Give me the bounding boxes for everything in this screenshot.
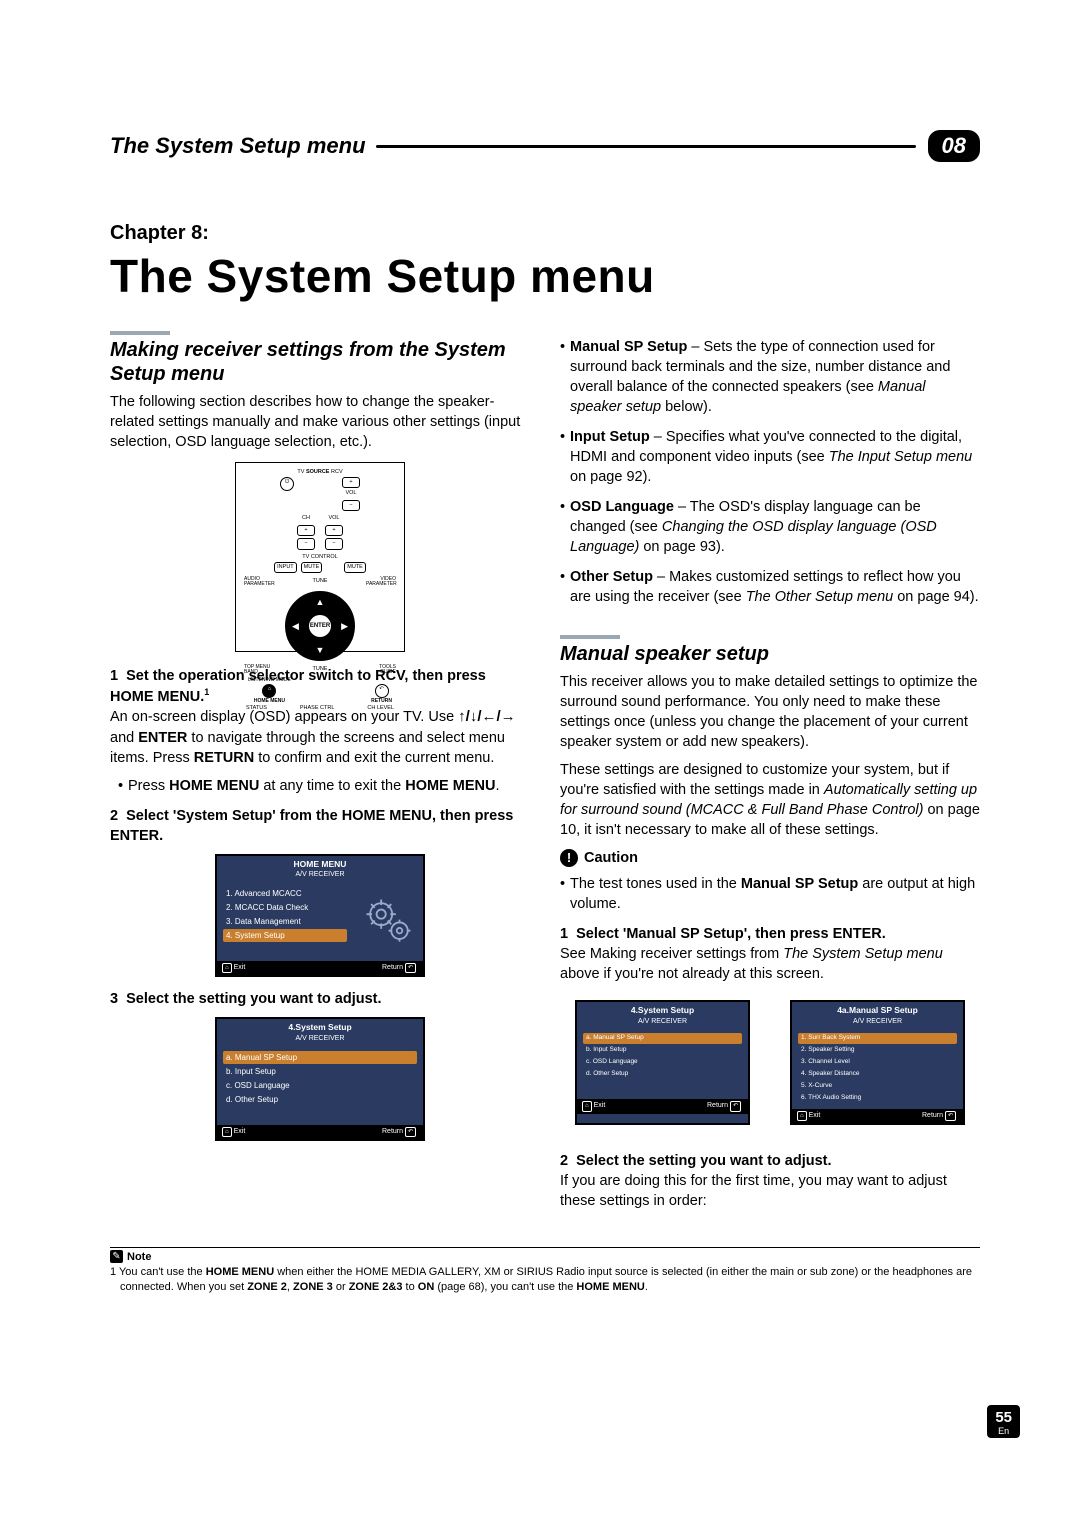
chapter-header: The System Setup menu 08 [110,130,980,162]
osd-manual-sp-setup: 4a.Manual SP Setup A/V RECEIVER 1. Surr … [790,1000,965,1125]
header-title: The System Setup menu [110,133,366,159]
caution-bullet: • The test tones used in the Manual SP S… [560,874,980,914]
chapter-number-badge: 08 [928,130,980,162]
gear-icon [361,894,416,949]
remote-illustration: TV SOURCE RCV ⏻ + VOL − CH + − VOL + [235,462,405,652]
arrow-icons: ↑/↓/←/→ [458,708,516,725]
step-2: 2 Select 'System Setup' from the HOME ME… [110,806,530,846]
section-rule [110,331,170,335]
chapter-label: Chapter 8: [110,222,980,245]
right-step-2: 2 Select the setting you want to adjust. [560,1151,980,1171]
right-column: • Manual SP Setup – Sets the type of con… [560,331,980,1219]
step-1-body: An on-screen display (OSD) appears on yo… [110,707,530,768]
left-column: Making receiver settings from the System… [110,331,530,1219]
right-step-2-body: If you are doing this for the first time… [560,1171,980,1211]
osd-home-menu: HOME MENU A/V RECEIVER 1. Advanced MCACC… [215,854,425,978]
note-heading: ✎ Note [110,1250,980,1263]
right-step-1: 1 Select 'Manual SP Setup', then press E… [560,924,980,944]
intro-paragraph: The following section describes how to c… [110,392,530,452]
manual-speaker-p2: These settings are designed to customize… [560,760,980,840]
step-3: 3 Select the setting you want to adjust. [110,989,530,1009]
bullet-osd-language: • OSD Language – The OSD's display langu… [560,497,980,557]
right-step-1-body: See Making receiver settings from The Sy… [560,944,980,984]
section-title-manual-speaker: Manual speaker setup [560,642,980,666]
header-rule [376,145,916,148]
osd-system-setup: 4.System Setup A/V RECEIVER a. Manual SP… [215,1017,425,1141]
bullet-input-setup: • Input Setup – Specifies what you've co… [560,427,980,487]
chapter-title: The System Setup menu [110,249,980,303]
power-icon: ⏻ [280,477,294,491]
bullet-other-setup: • Other Setup – Makes customized setting… [560,567,980,607]
footnote-text: 1 You can't use the HOME MENU when eithe… [110,1265,980,1295]
section-rule [560,635,620,639]
manual-speaker-p1: This receiver allows you to make detaile… [560,672,980,752]
osd-system-setup-small: 4.System Setup A/V RECEIVER a. Manual SP… [575,1000,750,1125]
navigation-dial: ▲ ▼ ◀ ▶ ENTER [285,591,355,661]
caution-icon: ! [560,849,578,867]
note-icon: ✎ [110,1250,123,1263]
bullet-manual-sp-setup: • Manual SP Setup – Sets the type of con… [560,337,980,417]
page-number-badge: 55 En [987,1405,1020,1438]
section-title-making-settings: Making receiver settings from the System… [110,338,530,386]
step-1-bullet: • Press HOME MENU at any time to exit th… [118,776,530,796]
caution-heading: ! Caution [560,848,980,868]
